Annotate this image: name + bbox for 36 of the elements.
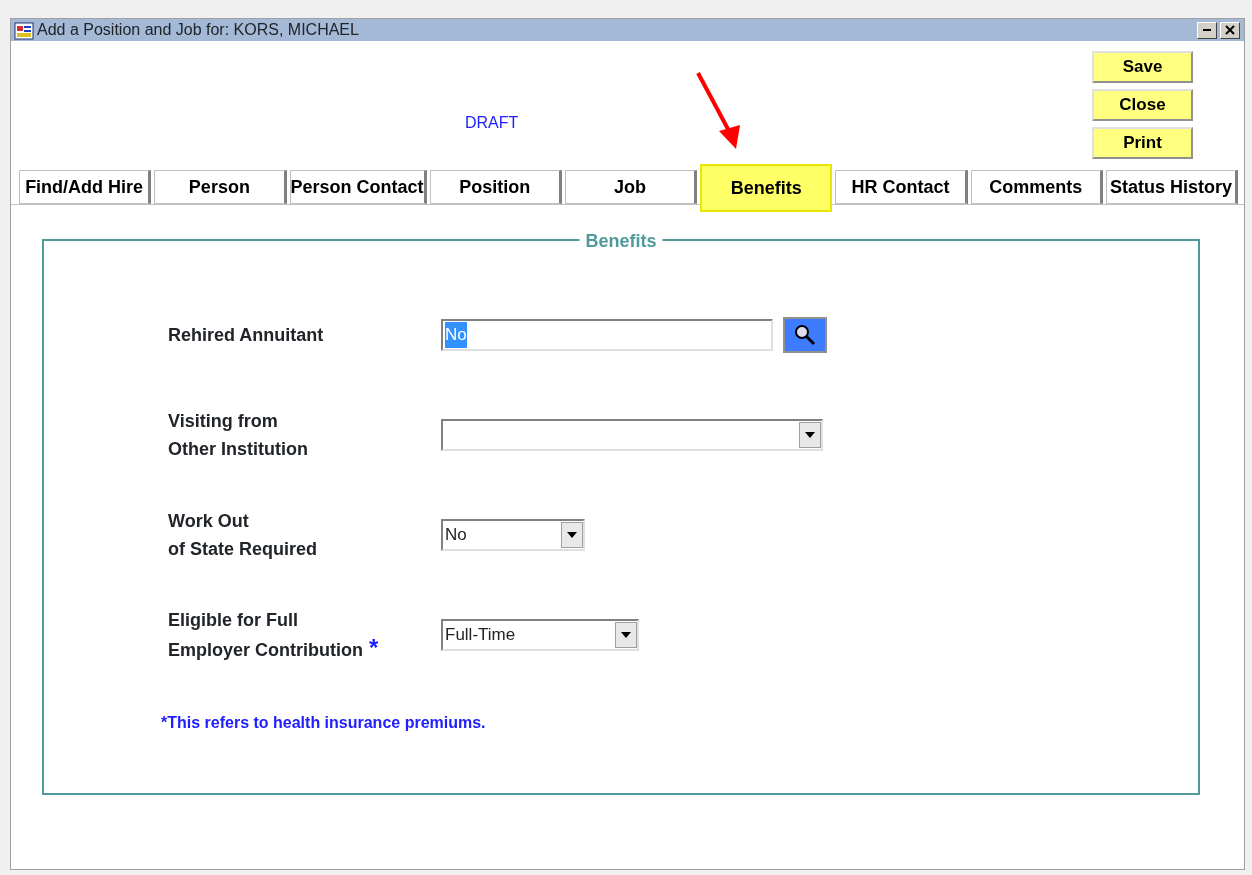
minimize-button[interactable] (1197, 21, 1217, 39)
field-label: Eligible for Full Employer Contribution (168, 610, 363, 660)
status-label: DRAFT (465, 113, 519, 133)
caret-icon (567, 532, 577, 538)
tab[interactable]: Person Contact (289, 170, 427, 204)
tab[interactable]: HR Contact (835, 170, 968, 204)
tab[interactable]: Find/Add Hire (19, 170, 152, 204)
tab[interactable]: Status History (1105, 170, 1239, 204)
close-button[interactable] (1220, 21, 1240, 39)
dropdown-field[interactable] (441, 419, 823, 451)
window-title: Add a Position and Job for: KORS, MICHAEL (37, 20, 360, 40)
minimize-icon (1203, 29, 1211, 31)
caret-icon (621, 632, 631, 638)
field-label: Work Out of State Required (168, 511, 318, 559)
dropdown-button[interactable] (561, 522, 583, 548)
dropdown-field[interactable]: No (441, 519, 585, 551)
footnote-text: This refers to health insurance premiums. (167, 714, 486, 731)
action-button[interactable]: Save (1092, 51, 1193, 83)
search-button[interactable] (783, 317, 827, 353)
dropdown-button[interactable] (799, 422, 821, 448)
tab[interactable]: Position (429, 170, 562, 204)
action-button[interactable]: Print (1092, 127, 1193, 159)
tab[interactable]: Person (154, 170, 287, 204)
action-button[interactable]: Close (1092, 89, 1193, 121)
dropdown-field[interactable]: Full-Time (441, 619, 639, 651)
search-icon (794, 324, 816, 346)
footnote-marker: * (161, 714, 168, 731)
tab[interactable]: Comments (970, 170, 1103, 204)
dropdown-button[interactable] (615, 622, 637, 648)
field-label: Visiting from Other Institution (168, 411, 308, 459)
required-marker: * (369, 634, 379, 661)
field-label: Rehired Annuitant (168, 325, 324, 345)
close-icon (1225, 25, 1235, 35)
tab[interactable]: Job (564, 170, 698, 204)
tab[interactable]: Benefits (700, 164, 833, 212)
caret-icon (805, 432, 815, 438)
